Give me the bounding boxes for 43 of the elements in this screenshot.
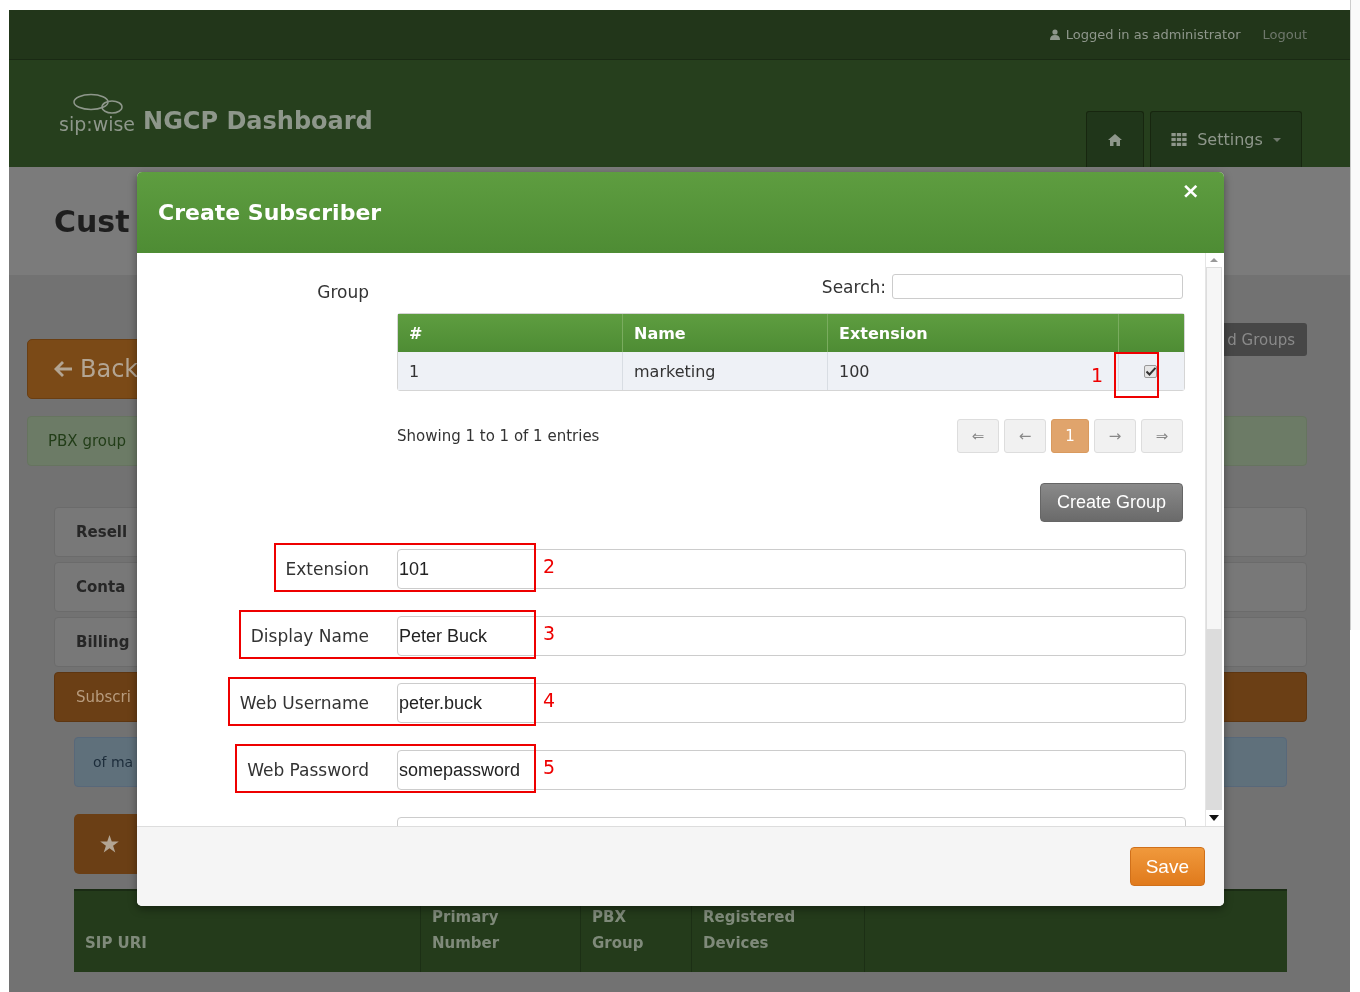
page-scrollbar[interactable] xyxy=(1350,0,1360,630)
info-text: of ma xyxy=(93,754,134,770)
field-label: Web Username xyxy=(239,693,369,713)
entries-info: Showing 1 to 1 of 1 entries xyxy=(397,427,600,445)
dialog-title: Create Subscriber xyxy=(158,200,382,225)
logged-in-text: Logged in as administrator xyxy=(1065,27,1241,42)
caret-icon xyxy=(1272,137,1281,142)
user-icon xyxy=(1049,29,1060,40)
annotation-number: 2 xyxy=(542,555,555,577)
settings-button[interactable]: Settings xyxy=(1150,111,1302,167)
search-label: Search: xyxy=(821,276,886,297)
home-icon xyxy=(1108,133,1122,146)
app-title: NGCP Dashboard xyxy=(143,106,373,135)
star-icon xyxy=(100,835,119,853)
annotation-number: 1 xyxy=(1091,364,1104,386)
annotation-number: 3 xyxy=(542,622,555,644)
home-button[interactable] xyxy=(1086,111,1144,167)
close-button[interactable]: × xyxy=(1177,178,1204,204)
scrollbar[interactable] xyxy=(1205,253,1222,826)
logo-text: sip:wise xyxy=(59,112,136,135)
save-button[interactable]: Save xyxy=(1129,847,1205,886)
logout-link[interactable]: Logout xyxy=(1262,27,1307,42)
page-heading: Cust xyxy=(54,203,130,239)
page-button[interactable]: ⇐ xyxy=(957,419,999,453)
page-button[interactable]: 1 xyxy=(1051,419,1089,453)
arrow-left-icon xyxy=(54,361,72,377)
table-cell: 1 xyxy=(398,352,623,390)
field-label: Group xyxy=(316,281,369,304)
annotation-box xyxy=(1114,352,1159,398)
field-label: Web Password xyxy=(247,760,369,780)
annotation-number: 4 xyxy=(542,689,555,711)
field-label: Display Name xyxy=(250,626,369,646)
alert-text: PBX group xyxy=(48,432,126,450)
create-group-button[interactable]: Create Group xyxy=(1039,483,1183,522)
search-field[interactable] xyxy=(892,274,1183,299)
table-cell: marketing xyxy=(623,352,828,390)
page-button[interactable]: ← xyxy=(1004,419,1046,453)
checkbox[interactable] xyxy=(1144,364,1157,378)
page-button[interactable]: → xyxy=(1094,419,1136,453)
annotation-number: 5 xyxy=(542,756,555,778)
field-label: Extension xyxy=(285,559,369,579)
page-button[interactable]: ⇒ xyxy=(1141,419,1183,453)
grid-icon xyxy=(1171,133,1188,146)
